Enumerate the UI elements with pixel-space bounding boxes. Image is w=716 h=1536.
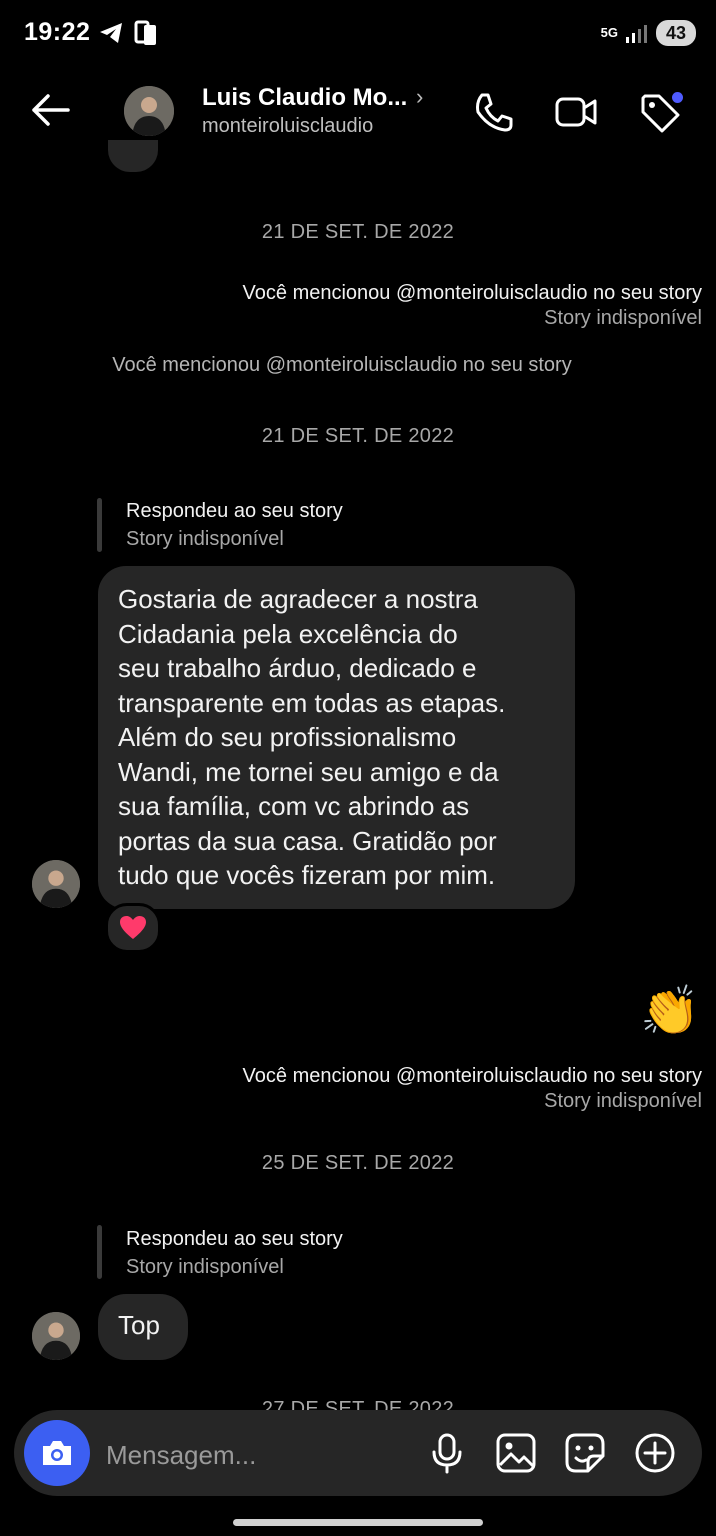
microphone-icon[interactable]	[426, 1432, 468, 1474]
camera-icon	[43, 1441, 71, 1465]
video-icon[interactable]	[554, 90, 598, 134]
date-separator-partial: 27 DE SET. DE 2022	[261, 1398, 455, 1410]
mention-notice-center: Você mencionou @monteiroluisclaudio no s…	[112, 354, 572, 376]
reply-indicator	[97, 1225, 102, 1279]
reply-title: Respondeu ao seu story	[126, 1228, 343, 1250]
battery-icon: 43	[655, 20, 696, 46]
status-left-icons	[98, 20, 158, 46]
phone-icon[interactable]	[472, 90, 516, 134]
date-separator: 25 DE SET. DE 2022	[261, 1152, 455, 1174]
header-avatar[interactable]	[124, 86, 174, 136]
chevron-right-icon[interactable]: ›	[416, 84, 423, 110]
signal-icon	[625, 25, 647, 43]
notification-dot	[672, 92, 683, 103]
story-status: Story indisponível	[544, 1090, 702, 1112]
reply-status: Story indisponível	[126, 1256, 284, 1278]
message-bubble[interactable]: Gostaria de agradecer a nostra Cidadania…	[98, 566, 575, 909]
sender-avatar[interactable]	[32, 860, 80, 908]
mention-text: Você mencionou @monteiroluisclaudio no s…	[242, 1065, 702, 1087]
camera-button[interactable]	[24, 1420, 90, 1486]
home-indicator[interactable]	[233, 1519, 483, 1526]
sticker-icon[interactable]	[564, 1432, 606, 1474]
sender-avatar[interactable]	[32, 1312, 80, 1360]
reply-indicator	[97, 498, 102, 552]
contact-name[interactable]: Luis Claudio Mo...	[202, 84, 407, 112]
reaction-badge[interactable]	[105, 903, 161, 953]
network-type: 5G	[600, 25, 618, 40]
date-separator: 21 DE SET. DE 2022	[261, 221, 455, 243]
reply-title: Respondeu ao seu story	[126, 500, 343, 522]
date-separator: 21 DE SET. DE 2022	[261, 425, 455, 447]
mention-notice: Você mencionou @monteiroluisclaudio no s…	[243, 281, 702, 331]
gallery-icon[interactable]	[495, 1432, 537, 1474]
partial-reaction	[108, 140, 158, 172]
message-bubble[interactable]: Top	[98, 1294, 188, 1360]
back-arrow-icon[interactable]	[28, 88, 72, 132]
telegram-icon	[100, 23, 122, 43]
plus-icon[interactable]	[634, 1432, 676, 1474]
clap-emoji-message[interactable]: 👏	[640, 982, 700, 1042]
reply-status: Story indisponível	[126, 528, 284, 550]
sim-icon	[134, 20, 156, 45]
mention-text: Você mencionou @monteiroluisclaudio no s…	[242, 282, 702, 304]
contact-username[interactable]: monteiroluisclaudio	[202, 115, 373, 138]
status-right: 5G 43	[601, 20, 696, 46]
message-input[interactable]	[104, 1435, 408, 1475]
story-status: Story indisponível	[544, 307, 702, 329]
status-time: 19:22	[24, 18, 91, 46]
heart-icon	[120, 916, 146, 939]
mention-notice: Você mencionou @monteiroluisclaudio no s…	[243, 1064, 702, 1114]
